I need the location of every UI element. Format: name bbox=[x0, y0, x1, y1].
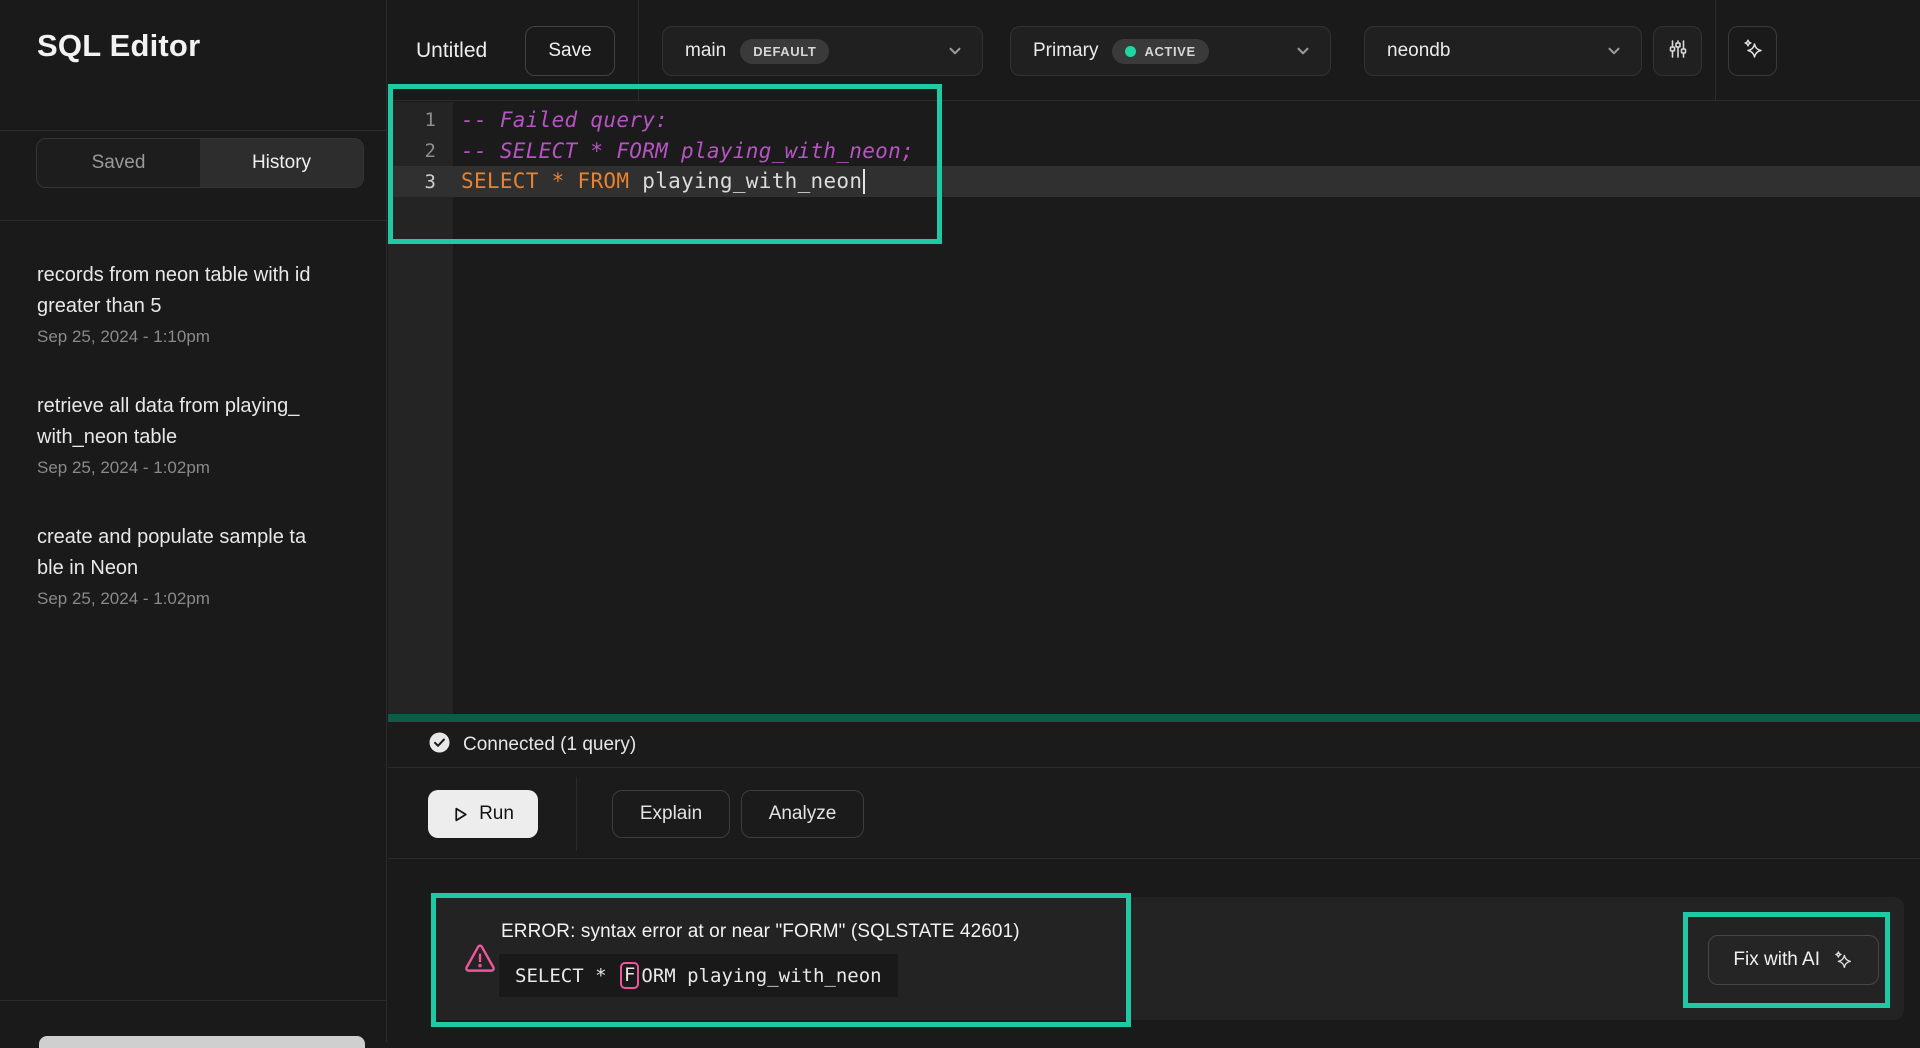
text-cursor bbox=[863, 169, 865, 194]
history-item-timestamp: Sep 25, 2024 - 1:02pm bbox=[37, 458, 337, 478]
ai-assistant-button[interactable] bbox=[1728, 26, 1777, 76]
tab-saved[interactable]: Saved bbox=[37, 139, 200, 187]
chevron-down-icon bbox=[1605, 42, 1623, 60]
bottom-partial-card[interactable] bbox=[39, 1036, 365, 1048]
analyze-button[interactable]: Analyze bbox=[741, 790, 864, 838]
fix-with-ai-button[interactable]: Fix with AI bbox=[1708, 935, 1879, 985]
results-panel: ERROR: syntax error at or near "FORM" (S… bbox=[388, 860, 1920, 1042]
code-line[interactable]: 1 -- Failed query: bbox=[388, 104, 1920, 135]
page-title: SQL Editor bbox=[37, 28, 200, 64]
code-line-active[interactable]: 3 SELECT * FROM playing_with_neon bbox=[388, 166, 1920, 197]
sidebar-tab-group: Saved History bbox=[36, 138, 364, 188]
save-button[interactable]: Save bbox=[525, 26, 615, 76]
chevron-down-icon bbox=[946, 42, 964, 60]
error-card: ERROR: syntax error at or near "FORM" (S… bbox=[431, 897, 1904, 1020]
history-item[interactable]: create and populate sample table in Neon… bbox=[37, 522, 337, 609]
code-editor[interactable]: 1 -- Failed query: 2 -- SELECT * FORM pl… bbox=[388, 102, 1920, 714]
chevron-down-icon bbox=[1294, 42, 1312, 60]
history-item[interactable]: retrieve all data from playing_with_neon… bbox=[37, 391, 337, 478]
sparkle-icon bbox=[1832, 949, 1854, 971]
pane-splitter[interactable] bbox=[388, 714, 1920, 722]
history-list: records from neon table with id greater … bbox=[37, 260, 337, 653]
sparkle-icon bbox=[1741, 37, 1765, 66]
line-number: 2 bbox=[388, 140, 453, 162]
error-snippet: SELECT * FORM playing_with_neon bbox=[499, 954, 898, 997]
database-selector[interactable]: neondb bbox=[1364, 26, 1642, 76]
divider bbox=[0, 220, 386, 221]
history-item-title: retrieve all data from playing_with_neon… bbox=[37, 391, 312, 453]
tab-history[interactable]: History bbox=[200, 139, 363, 187]
compute-selector[interactable]: Primary ACTIVE bbox=[1010, 26, 1331, 76]
sliders-icon bbox=[1667, 38, 1689, 65]
code-line[interactable]: 2 -- SELECT * FORM playing_with_neon; bbox=[388, 135, 1920, 166]
play-icon bbox=[452, 806, 469, 823]
sidebar: SQL Editor Saved History records from ne… bbox=[0, 0, 387, 1042]
database-name: neondb bbox=[1387, 40, 1450, 62]
divider bbox=[576, 777, 577, 851]
warning-triangle-icon bbox=[463, 943, 497, 980]
compute-name: Primary bbox=[1033, 40, 1098, 62]
settings-button[interactable] bbox=[1653, 26, 1702, 76]
line-number: 1 bbox=[388, 109, 453, 131]
error-message: ERROR: syntax error at or near "FORM" (S… bbox=[501, 921, 1020, 943]
history-item[interactable]: records from neon table with id greater … bbox=[37, 260, 337, 347]
editor-toolbar: Untitled Save main DEFAULT Primary ACTIV… bbox=[388, 0, 1920, 101]
compute-active-badge: ACTIVE bbox=[1112, 39, 1208, 64]
run-button[interactable]: Run bbox=[428, 790, 538, 838]
divider bbox=[0, 130, 386, 131]
active-dot-icon bbox=[1125, 46, 1136, 57]
branch-default-badge: DEFAULT bbox=[740, 39, 829, 64]
code-comment: -- SELECT * FORM playing_with_neon; bbox=[453, 139, 914, 163]
history-item-title: create and populate sample table in Neon bbox=[37, 522, 312, 584]
branch-selector[interactable]: main DEFAULT bbox=[662, 26, 983, 76]
line-number: 3 bbox=[388, 171, 453, 193]
check-circle-icon bbox=[428, 731, 451, 759]
code-statement: SELECT * FROM playing_with_neon bbox=[453, 169, 865, 195]
connection-statusbar: Connected (1 query) bbox=[388, 722, 1920, 768]
action-bar: Run Explain Analyze bbox=[388, 769, 1920, 859]
connection-status: Connected (1 query) bbox=[463, 734, 636, 756]
query-tab-title[interactable]: Untitled bbox=[416, 0, 487, 101]
history-item-timestamp: Sep 25, 2024 - 1:02pm bbox=[37, 589, 337, 609]
code-comment: -- Failed query: bbox=[453, 108, 668, 132]
divider bbox=[1715, 0, 1716, 101]
explain-button[interactable]: Explain bbox=[612, 790, 730, 838]
branch-name: main bbox=[685, 40, 726, 62]
main-panel: Untitled Save main DEFAULT Primary ACTIV… bbox=[388, 0, 1920, 1042]
divider bbox=[638, 0, 639, 101]
error-highlight: F bbox=[620, 962, 639, 989]
history-item-title: records from neon table with id greater … bbox=[37, 260, 312, 322]
history-item-timestamp: Sep 25, 2024 - 1:10pm bbox=[37, 327, 337, 347]
divider bbox=[0, 1000, 386, 1001]
